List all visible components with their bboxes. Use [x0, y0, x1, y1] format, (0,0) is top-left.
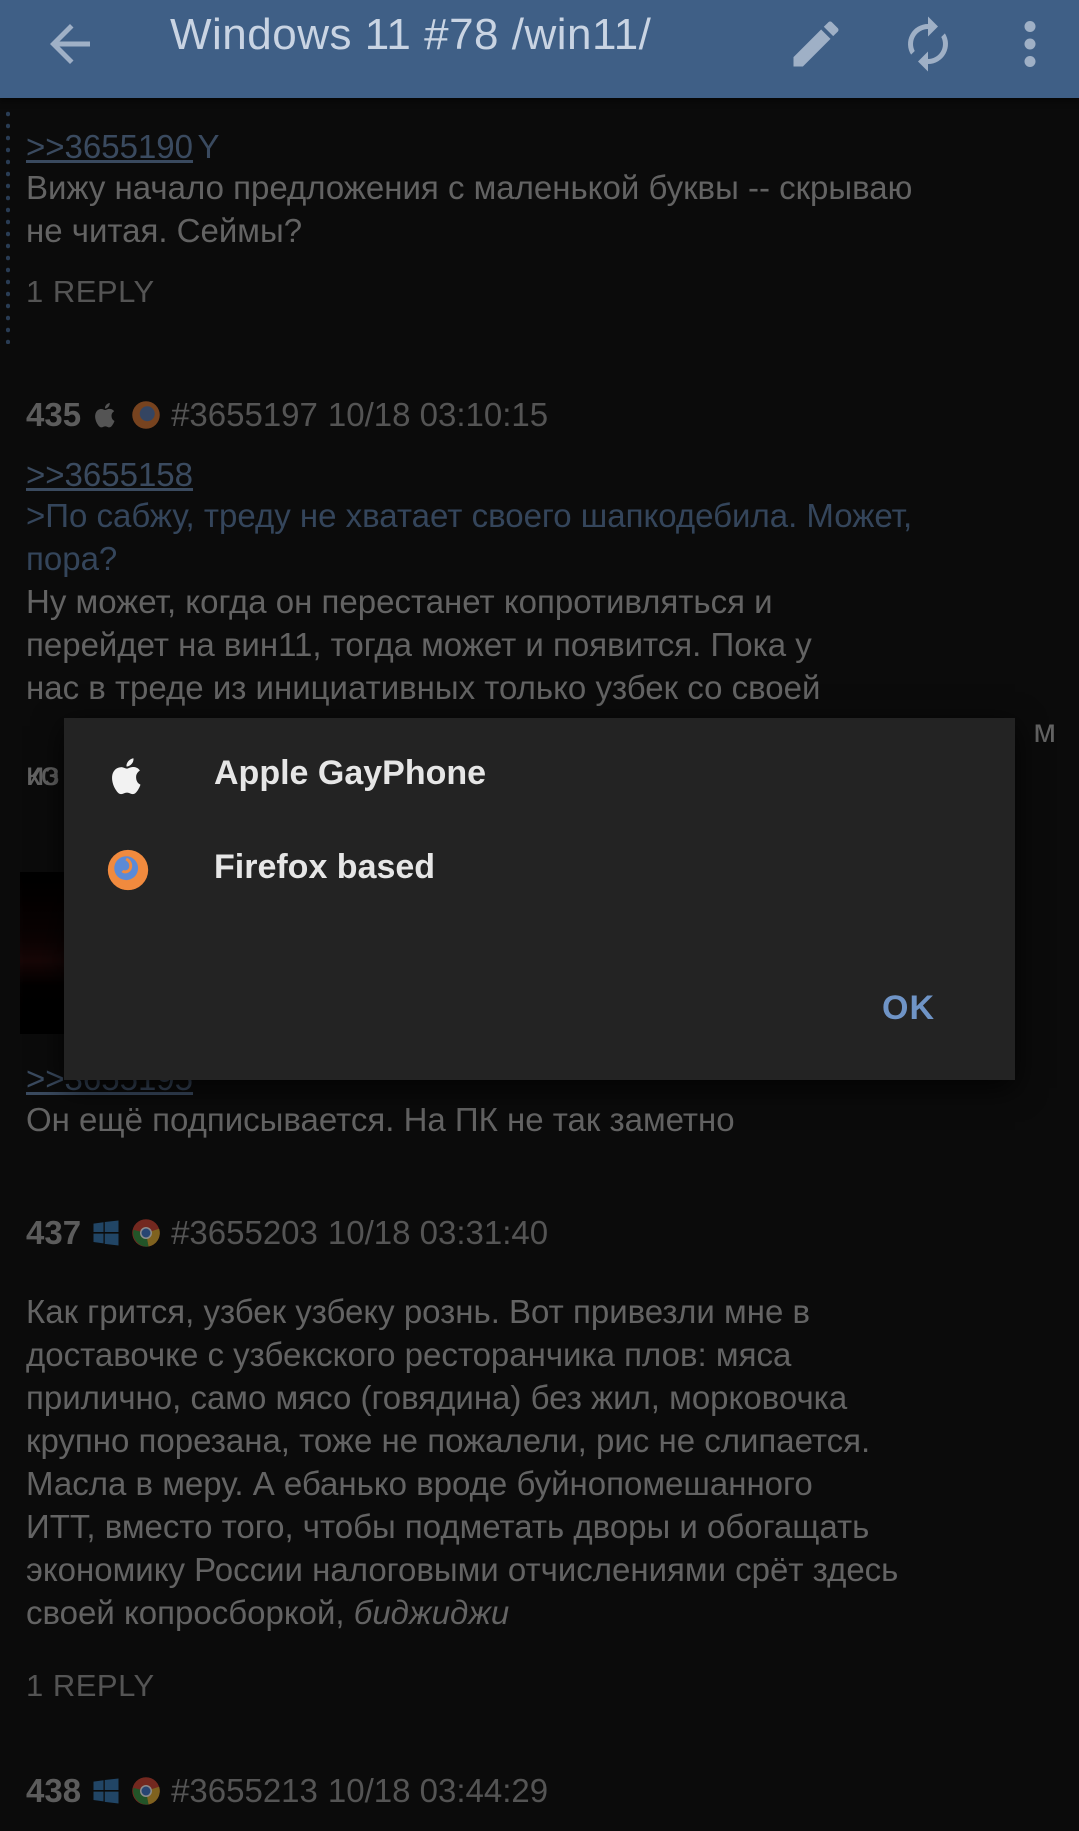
more-vert-icon[interactable]	[1000, 14, 1060, 74]
icons-dialog: Apple GayPhone Firefox based OK	[64, 718, 1015, 1080]
back-arrow-icon[interactable]	[40, 14, 100, 74]
refresh-icon[interactable]	[898, 14, 958, 74]
dialog-item-apple: Apple GayPhone	[64, 734, 1015, 814]
dialog-item-label: Firefox based	[214, 848, 436, 886]
firefox-icon	[107, 849, 149, 891]
ok-button[interactable]: OK	[882, 989, 935, 1028]
dialog-item-label: Apple GayPhone	[214, 754, 487, 792]
dialog-item-firefox: Firefox based	[64, 828, 1015, 908]
apple-icon	[112, 758, 141, 795]
pencil-icon[interactable]	[786, 14, 846, 74]
app-bar: Windows 11 #78 /win11/	[0, 0, 1079, 98]
thread-title: Windows 11 #78 /win11/	[170, 10, 652, 59]
